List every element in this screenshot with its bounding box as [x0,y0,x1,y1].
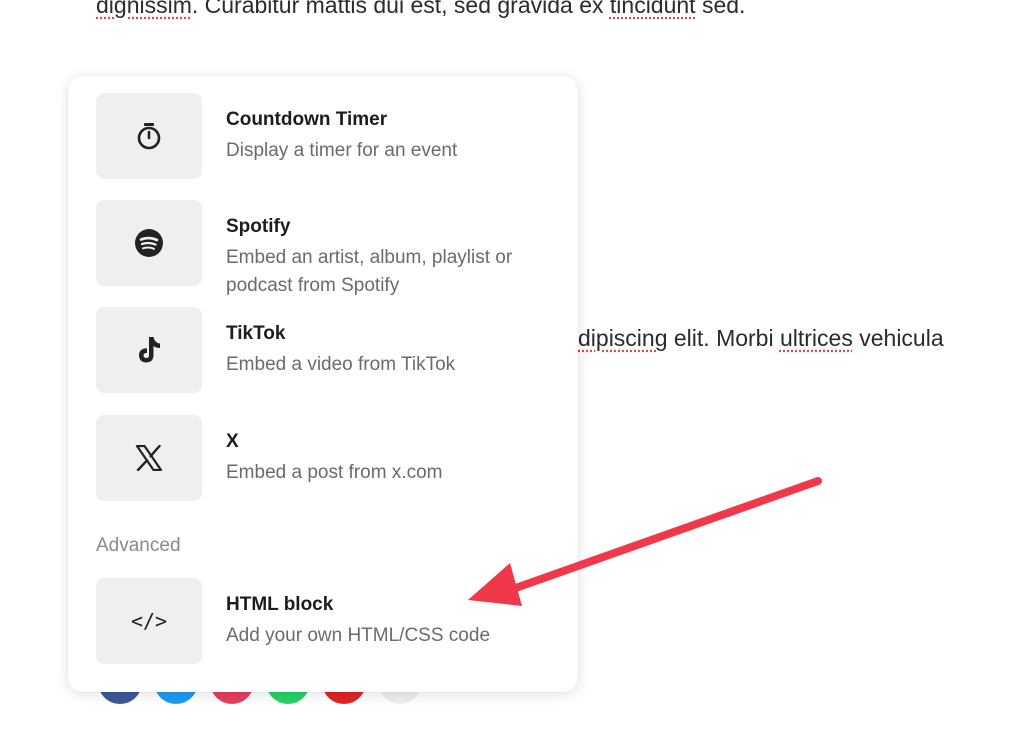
article-paragraph-top: dignissim. Curabitur mattis dui est, sed… [96,0,745,19]
item-description: Embed a post from x.com [226,462,443,483]
item-description: Embed an artist, album, playlist or podc… [226,247,513,296]
section-heading-advanced: Advanced [96,535,181,556]
block-insert-menu: Countdown Timer Display a timer for an e… [68,76,578,692]
code-icon: </> [130,609,168,633]
stopwatch-icon [137,123,161,150]
paragraph-text: sed. [695,0,746,18]
item-tile [96,307,202,393]
misspelled-word: ultrices [779,325,853,351]
menu-item-x[interactable]: X Embed a post from x.com [96,415,556,501]
paragraph-text: elit. Morbi [667,325,780,351]
menu-item-html-block[interactable]: </> HTML block Add your own HTML/CSS cod… [96,578,556,664]
article-paragraph-middle: dipiscing elit. Morbi ultrices vehicula [578,325,944,352]
misspelled-word: dignissim [96,0,192,18]
item-title: Countdown Timer [226,109,388,130]
item-tile [96,200,202,286]
x-logo-icon [135,445,163,471]
item-description: Display a timer for an event [226,140,458,161]
item-title: X [226,431,239,452]
tiktok-icon [139,337,160,363]
item-tile [96,93,202,179]
item-description: Embed a video from TikTok [226,354,456,375]
misspelled-word: dipiscing [578,325,668,351]
item-tile: </> [96,578,202,664]
menu-item-spotify[interactable]: Spotify Embed an artist, album, playlist… [96,200,556,296]
item-description: Add your own HTML/CSS code [226,625,491,646]
paragraph-text: vehicula [852,325,944,351]
item-tile [96,415,202,501]
menu-item-tiktok[interactable]: TikTok Embed a video from TikTok [96,307,556,393]
item-title: Spotify [226,216,291,237]
spotify-icon [135,229,163,257]
misspelled-word: tincidunt [609,0,696,18]
item-title: HTML block [226,594,334,615]
item-title: TikTok [226,323,286,344]
menu-item-countdown-timer[interactable]: Countdown Timer Display a timer for an e… [96,93,556,179]
paragraph-text: . Curabitur mattis dui est, sed gravida … [191,0,610,18]
